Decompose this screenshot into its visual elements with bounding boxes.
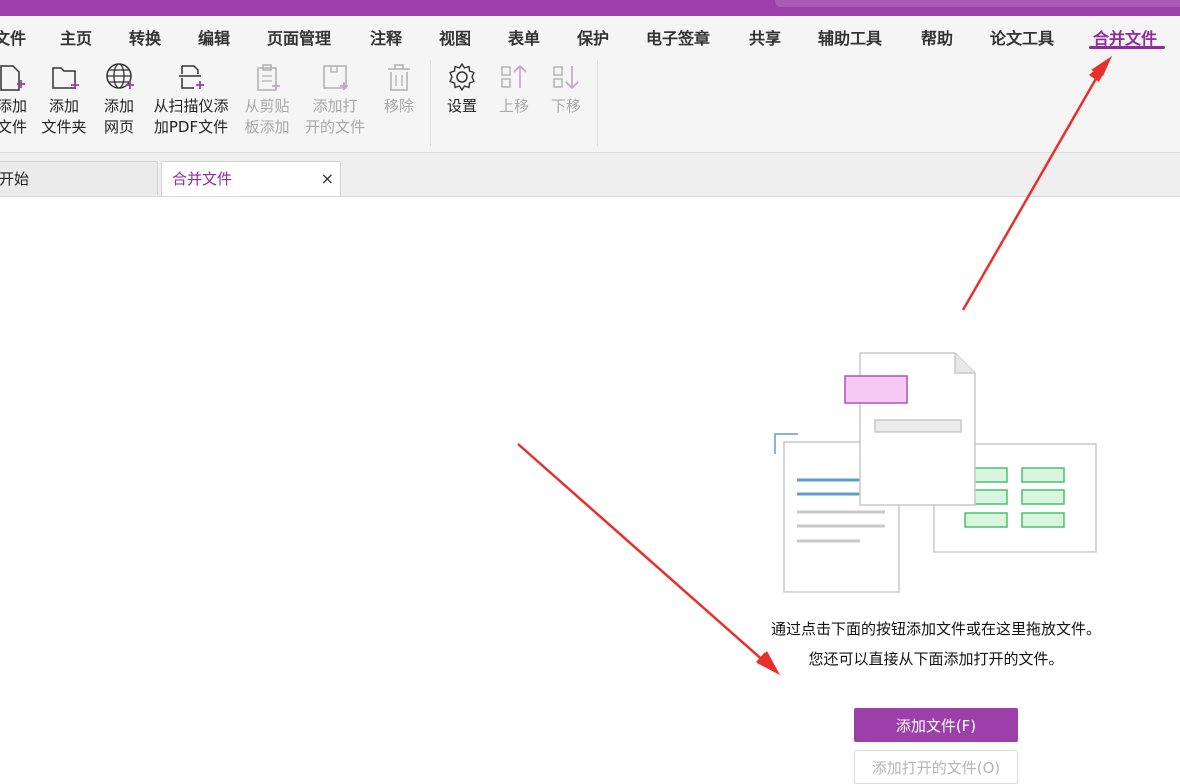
menu-bar: 文件 主页 转换 编辑 页面管理 注释 视图 表单 保护 电子签章 共享 辅助工… (0, 16, 1180, 54)
tab-start[interactable]: 开始 (0, 161, 158, 195)
illustration-text-bar (874, 419, 962, 433)
menu-share[interactable]: 共享 (749, 25, 781, 49)
drop-hint-text: 通过点击下面的按钮添加文件或在这里拖放文件。 (770, 620, 1101, 638)
open-files-hint-text: 您还可以直接从下面添加打开的文件。 (808, 650, 1064, 668)
globe-icon (106, 63, 134, 89)
ribbon-separator (430, 60, 431, 146)
scanner-icon (179, 65, 204, 89)
add-folder-button[interactable]: 添加 文件夹 (38, 60, 90, 138)
menu-protect[interactable]: 保护 (577, 25, 609, 49)
illustration-page-fold (954, 353, 975, 374)
ribbon-separator (597, 60, 598, 146)
settings-button[interactable]: 设置 (443, 60, 481, 117)
add-folder-icon (52, 67, 79, 89)
menu-file[interactable]: 文件 (0, 25, 26, 49)
move-up-icon (501, 64, 527, 88)
clipboard-icon (257, 64, 280, 91)
document-tab-bar: 开始 合并文件 × (0, 153, 1180, 197)
open-file-icon (323, 65, 348, 90)
menu-edit[interactable]: 编辑 (198, 25, 230, 49)
menu-page-management[interactable]: 页面管理 (267, 25, 331, 49)
move-up-button[interactable]: 上移 (495, 60, 533, 117)
menu-comment[interactable]: 注释 (370, 25, 402, 49)
menu-thesis-tools[interactable]: 论文工具 (990, 25, 1054, 49)
merge-illustration (774, 352, 1097, 593)
ribbon-toolbar: 添加 文件 添加 文件夹 添加 网页 从扫描仪添 加PDF文件 从剪贴 板添加 … (0, 54, 1180, 153)
active-menu-underline (1089, 46, 1165, 49)
add-from-clipboard-button[interactable]: 从剪贴 板添加 (242, 60, 292, 138)
gear-icon (449, 63, 475, 91)
move-down-icon (553, 66, 579, 90)
add-file-icon (0, 65, 25, 91)
add-files-primary-button[interactable]: 添加文件(F) (854, 708, 1018, 742)
search-box[interactable] (775, 0, 1180, 7)
menu-home[interactable]: 主页 (60, 25, 92, 49)
menu-e-signature[interactable]: 电子签章 (646, 25, 710, 49)
illustration-highlight-block (844, 375, 908, 404)
tab-merge-files[interactable]: 合并文件 × (161, 161, 341, 196)
add-webpage-button[interactable]: 添加 网页 (100, 60, 138, 138)
add-open-files-secondary-button[interactable]: 添加打开的文件(O) (854, 750, 1018, 784)
add-open-files-button[interactable]: 添加打 开的文件 (302, 60, 368, 138)
move-down-button[interactable]: 下移 (547, 60, 585, 117)
menu-form[interactable]: 表单 (508, 25, 540, 49)
add-files-button[interactable]: 添加 文件 (0, 60, 32, 138)
title-bar (0, 0, 1180, 16)
trash-icon (388, 64, 410, 91)
close-icon[interactable]: × (321, 162, 334, 196)
menu-accessibility-tools[interactable]: 辅助工具 (818, 25, 882, 49)
menu-help[interactable]: 帮助 (921, 25, 953, 49)
remove-button[interactable]: 移除 (380, 60, 418, 117)
menu-convert[interactable]: 转换 (129, 25, 161, 49)
menu-view[interactable]: 视图 (439, 25, 471, 49)
add-from-scanner-button[interactable]: 从扫描仪添 加PDF文件 (150, 60, 232, 138)
